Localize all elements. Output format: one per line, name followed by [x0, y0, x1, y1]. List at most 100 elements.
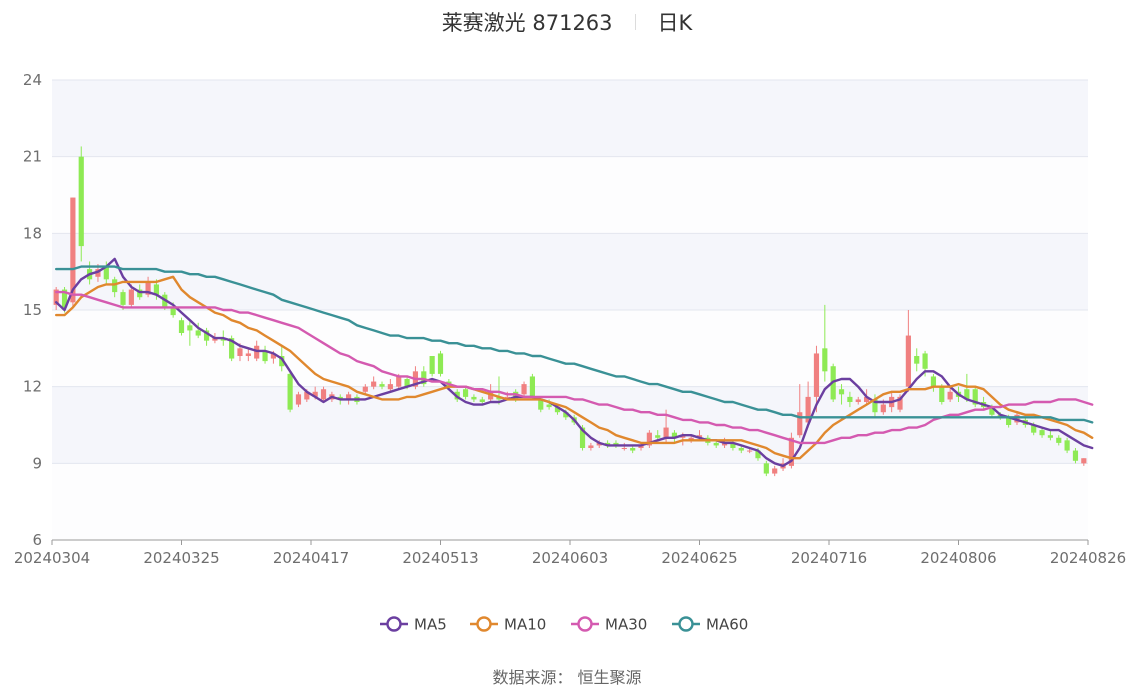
candle-body: [847, 396, 853, 402]
legend-label: MA60: [706, 616, 748, 634]
candle-body: [396, 376, 402, 387]
legend-item-ma10[interactable]: MA10: [470, 616, 546, 634]
candle-body: [713, 442, 719, 446]
legend[interactable]: MA5 MA10 MA30 MA60: [380, 616, 748, 634]
candle-body: [362, 386, 368, 392]
y-tick-label: 21: [23, 148, 42, 166]
candle-body: [1039, 430, 1045, 436]
candle-body: [295, 394, 302, 405]
candle-body: [245, 353, 251, 356]
candle-body: [947, 391, 953, 400]
y-tick-label: 24: [23, 71, 42, 89]
candle-body: [195, 330, 201, 336]
candle: [437, 350, 444, 377]
candle-body: [112, 279, 118, 293]
plot-band: [52, 80, 1088, 157]
plot-band: [52, 156, 1088, 234]
x-tick-label: 20240806: [920, 549, 996, 567]
x-tick-label: 20240304: [14, 549, 90, 567]
candle-body: [880, 404, 886, 413]
candle-body: [813, 353, 820, 397]
candle-body: [462, 389, 469, 397]
candle-body: [128, 289, 134, 305]
candle-body: [747, 450, 753, 452]
legend-marker: [577, 616, 593, 632]
x-tick-label: 20240417: [273, 549, 349, 567]
legend-item-ma5[interactable]: MA5: [380, 616, 447, 634]
candle-body: [838, 389, 845, 395]
x-tick-label: 20240625: [661, 549, 737, 567]
y-tick-label: 18: [23, 224, 42, 242]
candle-body: [429, 356, 435, 374]
data-source-note: 数据来源： 恒生聚源: [492, 668, 642, 687]
legend-item-ma60[interactable]: MA60: [672, 616, 748, 634]
legend-marker: [386, 616, 402, 632]
candle-body: [187, 325, 193, 331]
candle-body: [387, 384, 393, 390]
candlestick-chart[interactable]: 691215182124 20240304 20240325 20240417 202…: [0, 0, 1134, 650]
candle-body: [479, 399, 485, 402]
candle: [646, 430, 652, 448]
candle-body: [939, 386, 945, 402]
candle-body: [287, 373, 293, 410]
candle-body: [521, 384, 527, 395]
plot-band: [52, 233, 1088, 310]
candle-body: [237, 348, 243, 356]
candle-body: [621, 448, 627, 449]
plot-band: [52, 310, 1088, 387]
candle: [287, 371, 293, 413]
candle-body: [379, 384, 385, 387]
x-tick-label: 20240513: [402, 549, 478, 567]
candle-body: [254, 345, 260, 359]
candle-body: [120, 292, 126, 305]
y-tick-label: 9: [32, 454, 42, 472]
candle-body: [1047, 435, 1053, 438]
plot-band: [52, 463, 1088, 540]
candle-body: [630, 448, 636, 451]
legend-marker: [476, 616, 492, 632]
candle-body: [930, 376, 937, 387]
legend-label: MA5: [414, 616, 447, 634]
candle: [429, 356, 435, 377]
y-tick-label: 15: [23, 301, 42, 319]
x-tick-label: 20240603: [532, 549, 608, 567]
candle-body: [1064, 440, 1070, 451]
legend-label: MA30: [605, 616, 647, 634]
legend-marker: [678, 616, 694, 632]
x-axis: 20240304 20240325 20240417 20240513 20240603…: [14, 539, 1126, 567]
candle-body: [588, 445, 594, 448]
candle-body: [914, 356, 920, 364]
candle-body: [663, 427, 669, 438]
x-tick-label: 20240716: [791, 549, 867, 567]
candle-body: [1056, 437, 1062, 443]
candle-body: [546, 404, 552, 408]
legend-item-ma30[interactable]: MA30: [571, 616, 647, 634]
candle-body: [738, 448, 744, 451]
candle-body: [1081, 458, 1087, 464]
candle-body: [855, 399, 861, 402]
x-tick-label: 20240325: [143, 549, 219, 567]
candle: [178, 317, 185, 336]
y-tick-label: 6: [32, 531, 42, 549]
candle-body: [78, 156, 84, 247]
candle: [529, 373, 535, 400]
candle-body: [178, 320, 185, 333]
candle-body: [655, 435, 661, 438]
candle-body: [822, 348, 828, 372]
candle-body: [905, 335, 911, 387]
candle-body: [371, 381, 377, 387]
candle-body: [772, 468, 778, 474]
candle-body: [529, 376, 535, 397]
candle-body: [1072, 450, 1079, 461]
y-axis: 6 9 12 15 18 21 24: [23, 71, 42, 549]
candle-body: [437, 353, 444, 374]
y-tick-label: 12: [23, 378, 42, 396]
candle-body: [922, 353, 928, 369]
candle-body: [320, 389, 327, 400]
x-tick-label: 20240826: [1050, 549, 1126, 567]
candle: [972, 386, 978, 408]
candle: [78, 146, 84, 262]
candle-body: [763, 463, 769, 474]
legend-label: MA10: [504, 616, 546, 634]
candle-body: [471, 396, 477, 400]
